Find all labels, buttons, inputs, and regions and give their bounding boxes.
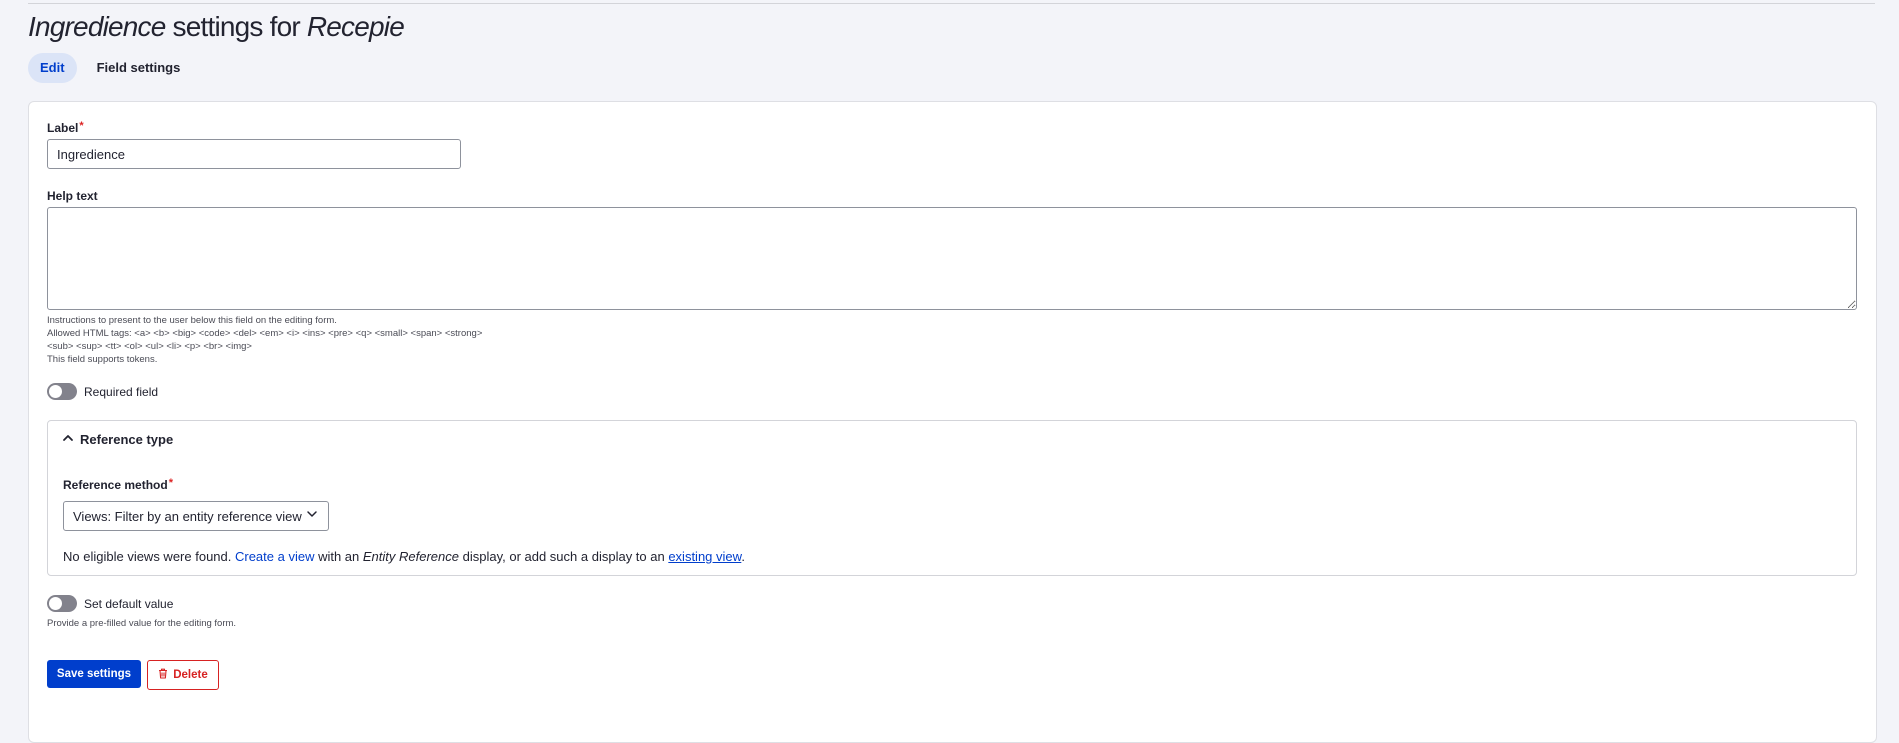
tab-edit[interactable]: Edit [28, 53, 77, 83]
no-views-text-2: with an [314, 549, 363, 564]
local-tabs: Edit Field settings [28, 53, 192, 83]
delete-button[interactable]: Delete [147, 660, 219, 690]
reference-method-selected-value: Views: Filter by an entity reference vie… [73, 508, 302, 524]
page-title-bundle-name: Recepie [306, 11, 405, 42]
label-field-title: Label [47, 121, 79, 135]
top-divider [28, 3, 1875, 4]
page-title-middle: settings for [165, 11, 307, 42]
help-text-textarea[interactable] [47, 207, 1857, 310]
label-field-label: Label* [47, 120, 84, 135]
required-marker: * [79, 120, 84, 132]
reference-type-summary[interactable]: Reference type [62, 432, 173, 447]
required-marker: * [168, 477, 173, 489]
no-views-text-3: display, or add such a display to an [459, 549, 669, 564]
no-views-message: No eligible views were found. Create a v… [63, 549, 745, 564]
reference-method-title: Reference method [63, 478, 168, 492]
default-value-toggle-row[interactable]: Set default value [47, 595, 173, 612]
save-settings-button[interactable]: Save settings [47, 660, 141, 688]
no-views-text-4: . [741, 549, 745, 564]
reference-method-select[interactable]: Views: Filter by an entity reference vie… [63, 501, 329, 531]
reference-type-summary-label: Reference type [80, 432, 174, 447]
entity-reference-emphasis: Entity Reference [362, 549, 459, 564]
default-value-description: Provide a pre-filled value for the editi… [47, 618, 237, 629]
reference-method-label: Reference method* [63, 477, 173, 492]
required-field-toggle-row[interactable]: Required field [47, 383, 158, 400]
help-text-label: Help text [47, 189, 98, 203]
help-text-description-line-2: Allowed HTML tags: <a> <b> <big> <code> … [47, 328, 483, 339]
delete-button-label: Delete [173, 669, 208, 681]
required-field-toggle[interactable] [47, 383, 77, 400]
required-field-label: Required field [84, 384, 159, 399]
default-value-label: Set default value [84, 596, 174, 611]
page-title-field-name: Ingredience [28, 11, 166, 42]
trash-icon [158, 668, 168, 682]
create-view-link[interactable]: Create a view [235, 549, 314, 564]
existing-view-link[interactable]: existing view [668, 549, 741, 564]
field-settings-form: Label* Help text Instructions to present… [28, 101, 1877, 743]
help-text-description-line-4: This field supports tokens. [47, 354, 158, 365]
chevron-down-icon [306, 507, 318, 525]
help-text-description-line-1: Instructions to present to the user belo… [47, 315, 337, 326]
label-input[interactable] [47, 139, 461, 169]
no-views-text-1: No eligible views were found. [63, 549, 235, 564]
chevron-up-icon [62, 432, 74, 447]
page-title: Ingredience settings for Recepie [28, 9, 405, 45]
default-value-toggle[interactable] [47, 595, 77, 612]
reference-type-details: Reference type Reference method* Views: … [47, 420, 1857, 576]
tab-field-settings[interactable]: Field settings [85, 53, 193, 83]
help-text-description-line-3: <sub> <sup> <tt> <ol> <ul> <li> <p> <br>… [47, 341, 252, 352]
